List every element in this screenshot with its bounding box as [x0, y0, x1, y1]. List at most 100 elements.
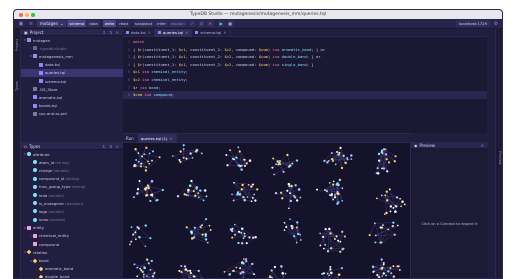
- graph-node[interactable]: [398, 269, 401, 272]
- graph-node[interactable]: [269, 275, 271, 277]
- graph-node[interactable]: [285, 225, 288, 229]
- graph-node[interactable]: [380, 151, 384, 154]
- graph-node[interactable]: [250, 185, 253, 188]
- graph-node[interactable]: [403, 203, 406, 206]
- graph-node[interactable]: [136, 192, 139, 195]
- graph-node[interactable]: [233, 181, 235, 184]
- graph-node[interactable]: [161, 188, 164, 192]
- graph-node[interactable]: [194, 194, 197, 197]
- graph-node[interactable]: [195, 150, 198, 153]
- graph-node[interactable]: [288, 185, 291, 188]
- graph-node[interactable]: [182, 156, 185, 159]
- graph-node[interactable]: [385, 190, 388, 193]
- graph-node[interactable]: [379, 226, 382, 229]
- types-tree-item[interactable]: is_mutagenic (boolean): [21, 199, 123, 207]
- graph-node[interactable]: [189, 269, 192, 272]
- side-tab-project[interactable]: Project: [15, 39, 20, 51]
- graph-node[interactable]: [389, 205, 393, 208]
- graph-node[interactable]: [150, 259, 153, 263]
- rollback-icon[interactable]: ↺: [197, 20, 205, 27]
- graph-node[interactable]: [295, 226, 298, 229]
- graph-node[interactable]: [190, 179, 193, 183]
- graph-node[interactable]: [325, 190, 328, 193]
- graph-node[interactable]: [384, 194, 387, 197]
- graph-node[interactable]: [334, 238, 336, 240]
- graph-node[interactable]: [246, 196, 249, 198]
- graph-node[interactable]: [158, 156, 161, 159]
- graph-node[interactable]: [332, 160, 334, 163]
- graph-node[interactable]: [342, 154, 345, 157]
- graph-node[interactable]: [286, 153, 289, 157]
- graph-node[interactable]: [180, 270, 183, 274]
- graph-node[interactable]: [382, 263, 385, 266]
- graph-node[interactable]: [146, 184, 150, 187]
- graph-node[interactable]: [321, 272, 324, 276]
- graph-node[interactable]: [272, 157, 275, 160]
- graph-node[interactable]: [393, 233, 396, 236]
- graph-node[interactable]: [141, 270, 144, 273]
- graph-node[interactable]: [192, 236, 195, 239]
- graph-node[interactable]: [339, 240, 342, 243]
- types-tree-item[interactable]: logp (double): [21, 207, 123, 215]
- graph-node[interactable]: [150, 193, 153, 197]
- graph-node[interactable]: [283, 229, 286, 231]
- graph-node[interactable]: [324, 189, 326, 191]
- settings-icon[interactable]: ⚙: [493, 21, 499, 27]
- graph-node[interactable]: [388, 188, 391, 191]
- graph-node[interactable]: [299, 233, 301, 236]
- graph-node[interactable]: [198, 196, 200, 199]
- graph-node[interactable]: [350, 154, 353, 157]
- graph-node[interactable]: [187, 188, 190, 192]
- graph-node[interactable]: [204, 238, 208, 241]
- graph-node[interactable]: [191, 157, 194, 159]
- graph-node[interactable]: [236, 192, 239, 196]
- graph-node[interactable]: [297, 188, 301, 191]
- stop-icon[interactable]: ■: [226, 20, 234, 27]
- graph-node[interactable]: [138, 235, 141, 239]
- graph-node[interactable]: [183, 265, 187, 268]
- graph-node[interactable]: [389, 210, 392, 213]
- run-icon[interactable]: ▶: [217, 20, 225, 27]
- graph-node[interactable]: [178, 159, 181, 161]
- graph-node[interactable]: [190, 231, 193, 234]
- graph-node[interactable]: [140, 269, 143, 271]
- graph-node[interactable]: [228, 273, 232, 276]
- graph-node[interactable]: [208, 224, 211, 227]
- graph-node[interactable]: [203, 189, 207, 192]
- graph-node[interactable]: [134, 148, 137, 151]
- session-schema-toggle[interactable]: schema: [67, 20, 87, 27]
- graph-node[interactable]: [242, 195, 245, 199]
- editor-tab[interactable]: queries.tql ✕: [154, 28, 193, 37]
- graph-node[interactable]: [380, 258, 383, 261]
- graph-node[interactable]: [137, 160, 140, 163]
- graph-node[interactable]: [371, 265, 374, 268]
- graph-node[interactable]: [223, 270, 226, 273]
- graph-node[interactable]: [283, 221, 286, 224]
- graph-node[interactable]: [242, 262, 245, 265]
- graph-node[interactable]: [148, 152, 151, 155]
- graph-node[interactable]: [392, 221, 395, 224]
- graph-node[interactable]: [368, 234, 371, 237]
- graph-node[interactable]: [287, 165, 291, 168]
- graph-node[interactable]: [132, 233, 134, 236]
- graph-node[interactable]: [150, 179, 154, 183]
- graph-node[interactable]: [240, 164, 243, 167]
- graph-node[interactable]: [395, 196, 399, 199]
- graph-node[interactable]: [393, 160, 396, 163]
- graph-node[interactable]: [238, 150, 241, 153]
- graph-node[interactable]: [242, 237, 245, 239]
- graph-node[interactable]: [392, 207, 395, 209]
- graph-node[interactable]: [145, 166, 148, 169]
- graph-node[interactable]: [144, 224, 147, 227]
- graph-node[interactable]: [326, 161, 329, 164]
- graph-node[interactable]: [182, 148, 185, 150]
- graph-node[interactable]: [329, 232, 332, 235]
- graph-node[interactable]: [179, 160, 182, 164]
- graph-node[interactable]: [372, 270, 375, 273]
- types-tree-item[interactable]: compound: [21, 240, 123, 248]
- graph-node[interactable]: [276, 160, 280, 163]
- run-result-tab[interactable]: queries.tql (1) ✕: [137, 133, 177, 143]
- graph-node[interactable]: [142, 273, 145, 276]
- graph-node[interactable]: [399, 197, 402, 200]
- graph-node[interactable]: [237, 230, 241, 233]
